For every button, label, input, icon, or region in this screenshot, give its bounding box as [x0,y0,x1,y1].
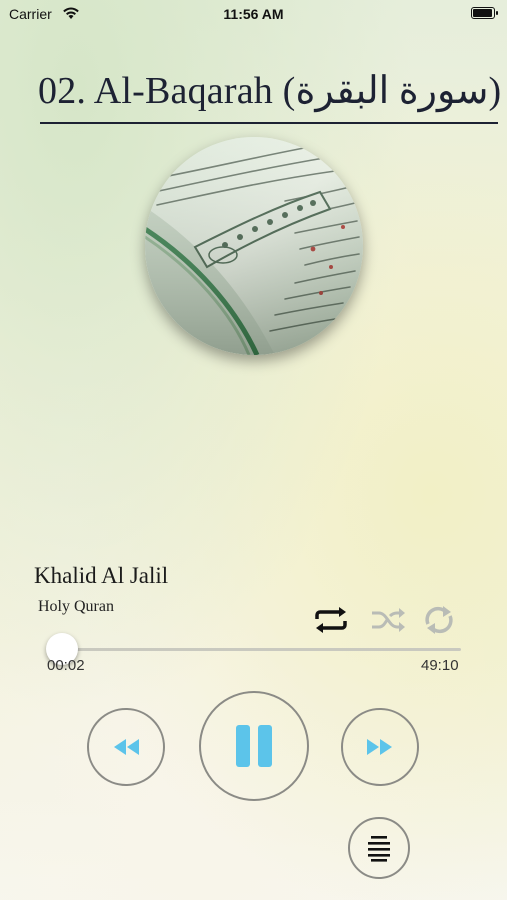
repeat-one-button[interactable] [419,602,459,638]
rewind-icon [114,739,139,755]
album-name: Holy Quran [38,598,114,615]
repeat-all-button[interactable] [311,602,351,638]
pause-icon [236,725,272,767]
shuffle-button[interactable] [368,602,408,638]
title-divider [40,122,498,124]
playlist-button[interactable] [348,817,410,879]
elapsed-time: 00:02 [47,657,85,674]
repeat-icon [315,607,347,633]
status-bar: Carrier 11:56 AM [0,0,507,28]
play-pause-button[interactable] [199,691,309,801]
artist-name: Khalid Al Jalil [34,563,169,588]
total-duration: 49:10 [421,657,459,674]
battery-icon [471,7,498,19]
clock: 11:56 AM [223,6,284,22]
album-artwork [145,137,363,355]
list-icon [368,836,390,862]
repeat-one-icon [425,606,453,634]
fast-forward-button[interactable] [341,708,419,786]
progress-track[interactable] [52,648,461,651]
fast-forward-icon [367,739,392,755]
surah-title: 02. Al-Baqarah (سورة البقرة) [38,70,502,112]
rewind-button[interactable] [87,708,165,786]
shuffle-icon [372,608,405,632]
